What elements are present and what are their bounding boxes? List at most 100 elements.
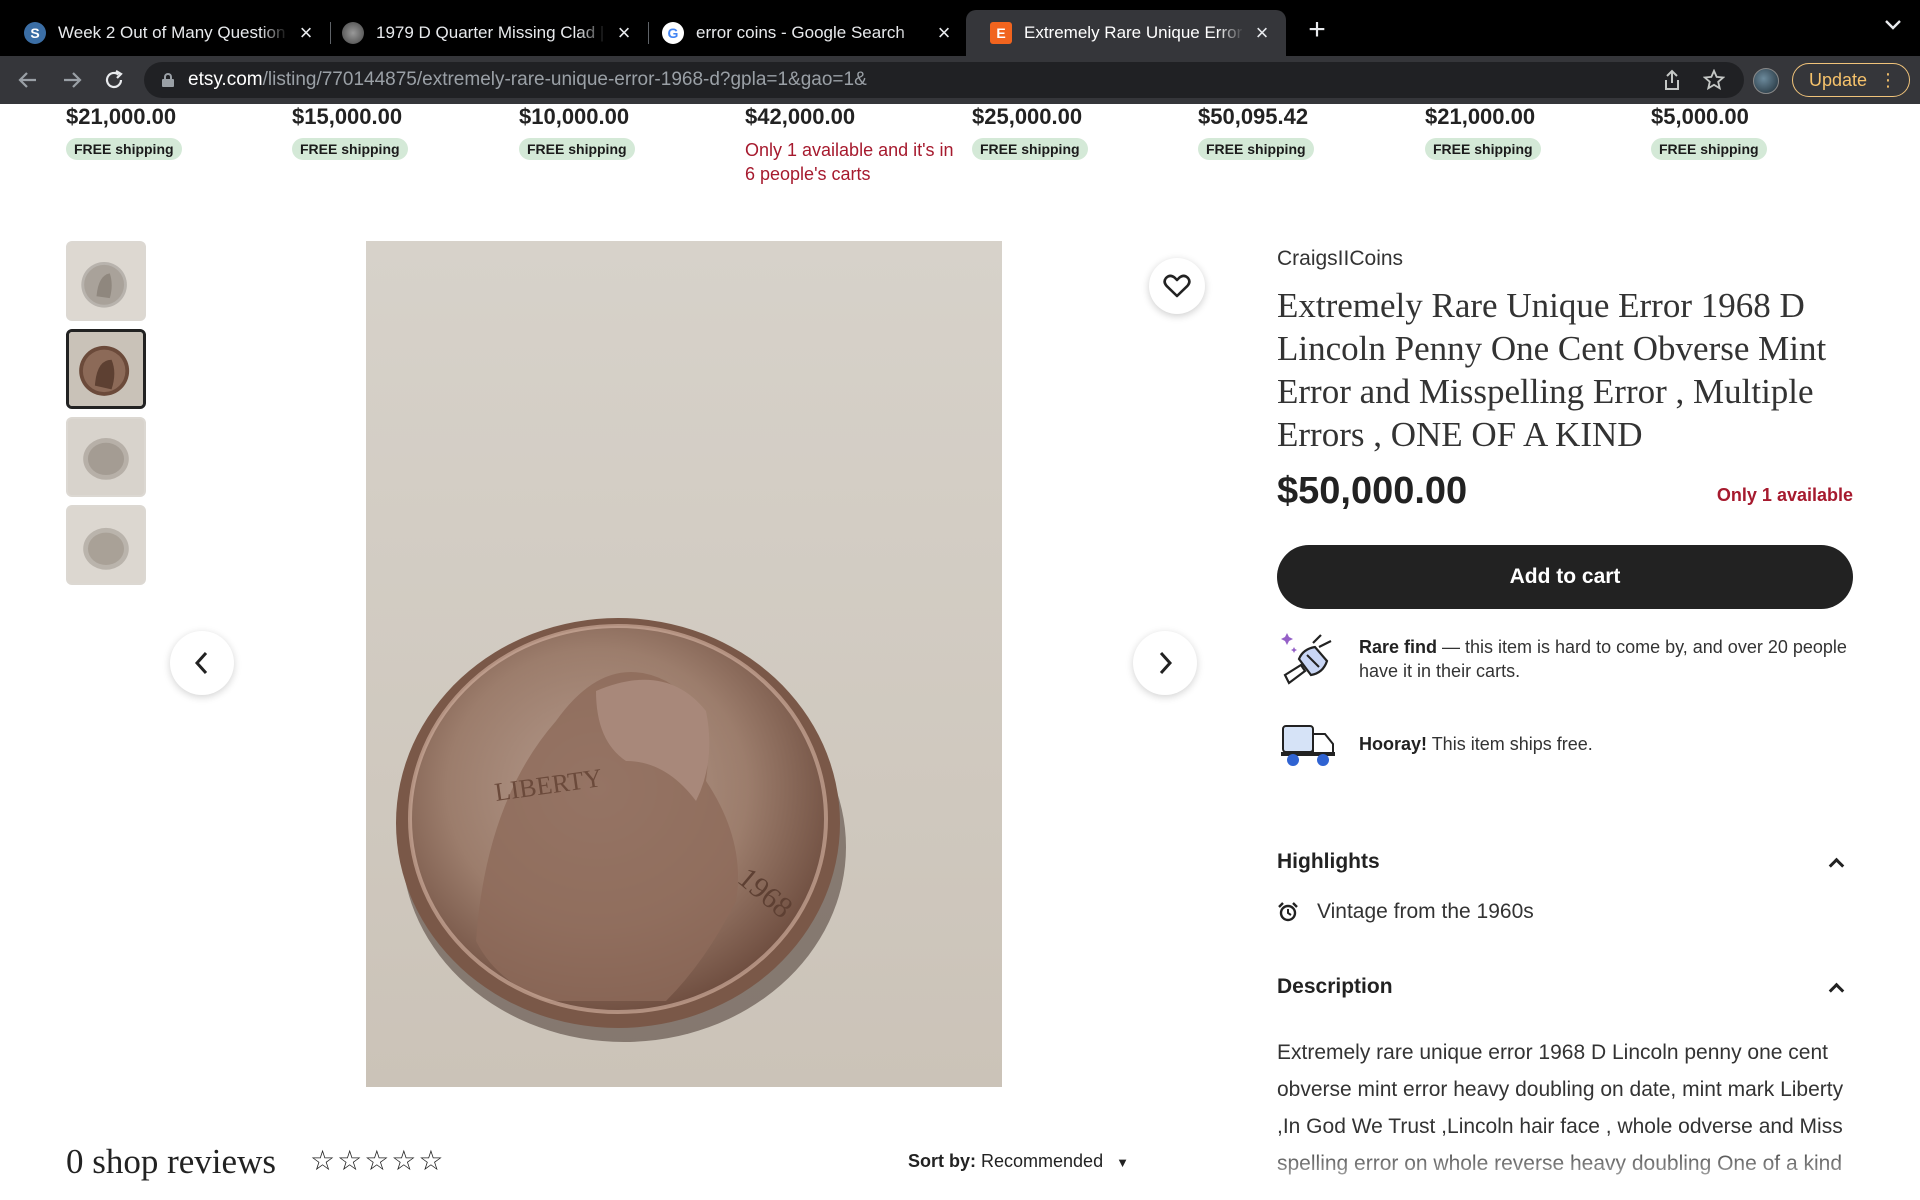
close-tab-icon[interactable]: × xyxy=(614,20,634,46)
free-shipping-perk: Hooray! This item ships free. xyxy=(1277,716,1853,772)
recommendation-card[interactable]: $50,095.42 FREE shipping xyxy=(1198,104,1418,160)
sort-value: Recommended xyxy=(981,1151,1104,1171)
address-bar[interactable]: etsy.com/listing/770144875/extremely-rar… xyxy=(144,62,1744,98)
thumbnail-4[interactable] xyxy=(66,505,146,585)
etsy-listing-page: $21,000.00 FREE shipping $15,000.00 FREE… xyxy=(0,104,1920,1200)
lock-icon xyxy=(162,73,174,87)
free-shipping-badge: FREE shipping xyxy=(519,138,635,160)
image-thumbnails xyxy=(66,241,148,593)
tab-week-2[interactable]: S Week 2 Out of Many Question × xyxy=(0,10,330,56)
reload-icon[interactable] xyxy=(98,64,130,96)
recommendation-card[interactable]: $10,000.00 FREE shipping xyxy=(519,104,739,160)
recommendation-card[interactable]: $15,000.00 FREE shipping xyxy=(292,104,512,160)
free-shipping-badge: FREE shipping xyxy=(1425,138,1541,160)
delivery-truck-icon xyxy=(1281,725,1335,766)
description-heading: Description xyxy=(1277,975,1393,998)
recommendation-card[interactable]: $5,000.00 FREE shipping xyxy=(1651,104,1871,160)
back-arrow-icon[interactable] xyxy=(12,64,44,96)
rare-find-bold: Rare find xyxy=(1359,637,1438,657)
free-shipping-badge: FREE shipping xyxy=(292,138,408,160)
free-shipping-text: Hooray! This item ships free. xyxy=(1359,732,1593,756)
favorite-button[interactable] xyxy=(1149,258,1205,314)
tab-title: Week 2 Out of Many Question xyxy=(58,23,286,42)
update-button[interactable]: Update ⋮ xyxy=(1792,63,1910,97)
alarm-clock-icon xyxy=(1278,902,1298,922)
update-label: Update xyxy=(1809,69,1868,90)
bookmark-star-icon[interactable] xyxy=(1700,66,1728,94)
recommendations-row: $21,000.00 FREE shipping $15,000.00 FREE… xyxy=(0,104,1920,194)
recommendation-card[interactable]: $21,000.00 FREE shipping xyxy=(66,104,286,160)
tab-1979-quarter[interactable]: 1979 D Quarter Missing Clad | C × xyxy=(318,10,648,56)
description-fade xyxy=(1277,1144,1853,1200)
scarcity-note: Only 1 available and it's in 6 people's … xyxy=(745,140,954,184)
forward-arrow-icon[interactable] xyxy=(56,64,88,96)
main-product-image[interactable]: LIBERTY 1968 xyxy=(366,241,1002,1087)
chevron-up-icon xyxy=(1829,855,1843,869)
profile-avatar[interactable] xyxy=(1753,68,1779,94)
hooray-bold: Hooray! xyxy=(1359,734,1428,754)
tab-favicon-s-icon: S xyxy=(24,22,46,44)
recommendation-price: $15,000.00 xyxy=(292,104,403,129)
more-vertical-icon[interactable]: ⋮ xyxy=(1879,69,1897,91)
free-shipping-badge: FREE shipping xyxy=(1198,138,1314,160)
tab-google-search[interactable]: G error coins - Google Search × xyxy=(638,10,968,56)
free-shipping-badge: FREE shipping xyxy=(66,138,182,160)
rare-find-text: Rare find — this item is hard to come by… xyxy=(1359,635,1853,683)
thumbnail-2-selected[interactable] xyxy=(66,329,146,409)
recommendation-price: $42,000.00 xyxy=(745,104,856,129)
rare-find-icon xyxy=(1281,633,1332,685)
ships-free-desc: This item ships free. xyxy=(1427,734,1593,754)
description-toggle[interactable]: Description xyxy=(1277,975,1853,999)
recommendation-price: $50,095.42 xyxy=(1198,104,1309,129)
next-image-button[interactable] xyxy=(1133,631,1197,695)
new-tab-plus-icon[interactable]: + xyxy=(1300,14,1334,48)
vintage-highlight: Vintage from the 1960s xyxy=(1277,900,1534,924)
heart-icon xyxy=(1163,274,1191,298)
tab-title: 1979 D Quarter Missing Clad | C xyxy=(376,23,606,42)
coin-favicon-icon xyxy=(342,22,364,44)
thumbnail-1[interactable] xyxy=(66,241,146,321)
rare-find-perk: Rare find — this item is hard to come by… xyxy=(1277,631,1853,687)
url-domain: etsy.com xyxy=(188,69,263,90)
shop-reviews-title: 0 shop reviews xyxy=(66,1142,276,1181)
free-shipping-badge: FREE shipping xyxy=(1651,138,1767,160)
etsy-favicon-icon: E xyxy=(990,22,1012,44)
add-to-cart-button[interactable]: Add to cart xyxy=(1277,545,1853,609)
browser-toolbar: etsy.com/listing/770144875/extremely-rar… xyxy=(0,56,1920,104)
highlights-toggle[interactable]: Highlights xyxy=(1277,850,1853,874)
listing-title: Extremely Rare Unique Error 1968 D Linco… xyxy=(1277,286,1827,454)
tab-title: Extremely Rare Unique Error 19 xyxy=(1024,23,1244,42)
chevron-left-icon xyxy=(194,651,208,675)
caret-down-icon: ▼ xyxy=(1116,1155,1129,1170)
recommendation-card[interactable]: $42,000.00 Only 1 available and it's in … xyxy=(745,104,965,186)
availability-note: Only 1 available xyxy=(1716,485,1853,505)
previous-image-button[interactable] xyxy=(170,631,234,695)
google-favicon-icon: G xyxy=(662,22,684,44)
tab-etsy-listing[interactable]: E Extremely Rare Unique Error 19 × xyxy=(966,10,1286,56)
close-tab-icon[interactable]: × xyxy=(296,20,316,46)
url-path: /listing/770144875/extremely-rare-unique… xyxy=(262,69,867,90)
recommendation-price: $21,000.00 xyxy=(66,104,177,129)
close-tab-icon[interactable]: × xyxy=(934,20,954,46)
recommendation-price: $21,000.00 xyxy=(1425,104,1536,129)
share-icon[interactable] xyxy=(1658,66,1686,94)
listing-price: $50,000.00 xyxy=(1277,470,1468,512)
recommendation-price: $25,000.00 xyxy=(972,104,1083,129)
thumbnail-3[interactable] xyxy=(66,417,146,497)
recommendation-card[interactable]: $21,000.00 FREE shipping xyxy=(1425,104,1645,160)
browser-tab-strip: S Week 2 Out of Many Question × 1979 D Q… xyxy=(0,0,1920,56)
recommendation-price: $10,000.00 xyxy=(519,104,630,129)
sort-prefix: Sort by: xyxy=(908,1151,982,1171)
chevron-up-icon xyxy=(1829,980,1843,994)
free-shipping-badge: FREE shipping xyxy=(972,138,1088,160)
sort-dropdown[interactable]: Sort by: Recommended ▼ xyxy=(908,1151,1129,1172)
recommendation-price: $5,000.00 xyxy=(1651,104,1749,129)
tab-search-chevron-down-icon[interactable] xyxy=(1884,18,1902,36)
chevron-right-icon xyxy=(1159,651,1173,675)
shop-name-link[interactable]: CraigsIICoins xyxy=(1277,247,1403,271)
close-tab-icon[interactable]: × xyxy=(1252,20,1272,46)
recommendation-card[interactable]: $25,000.00 FREE shipping xyxy=(972,104,1192,160)
tab-title: error coins - Google Search xyxy=(696,23,905,42)
rating-stars-icon: ☆☆☆☆☆ xyxy=(310,1145,446,1176)
vintage-label: Vintage from the 1960s xyxy=(1317,900,1534,923)
